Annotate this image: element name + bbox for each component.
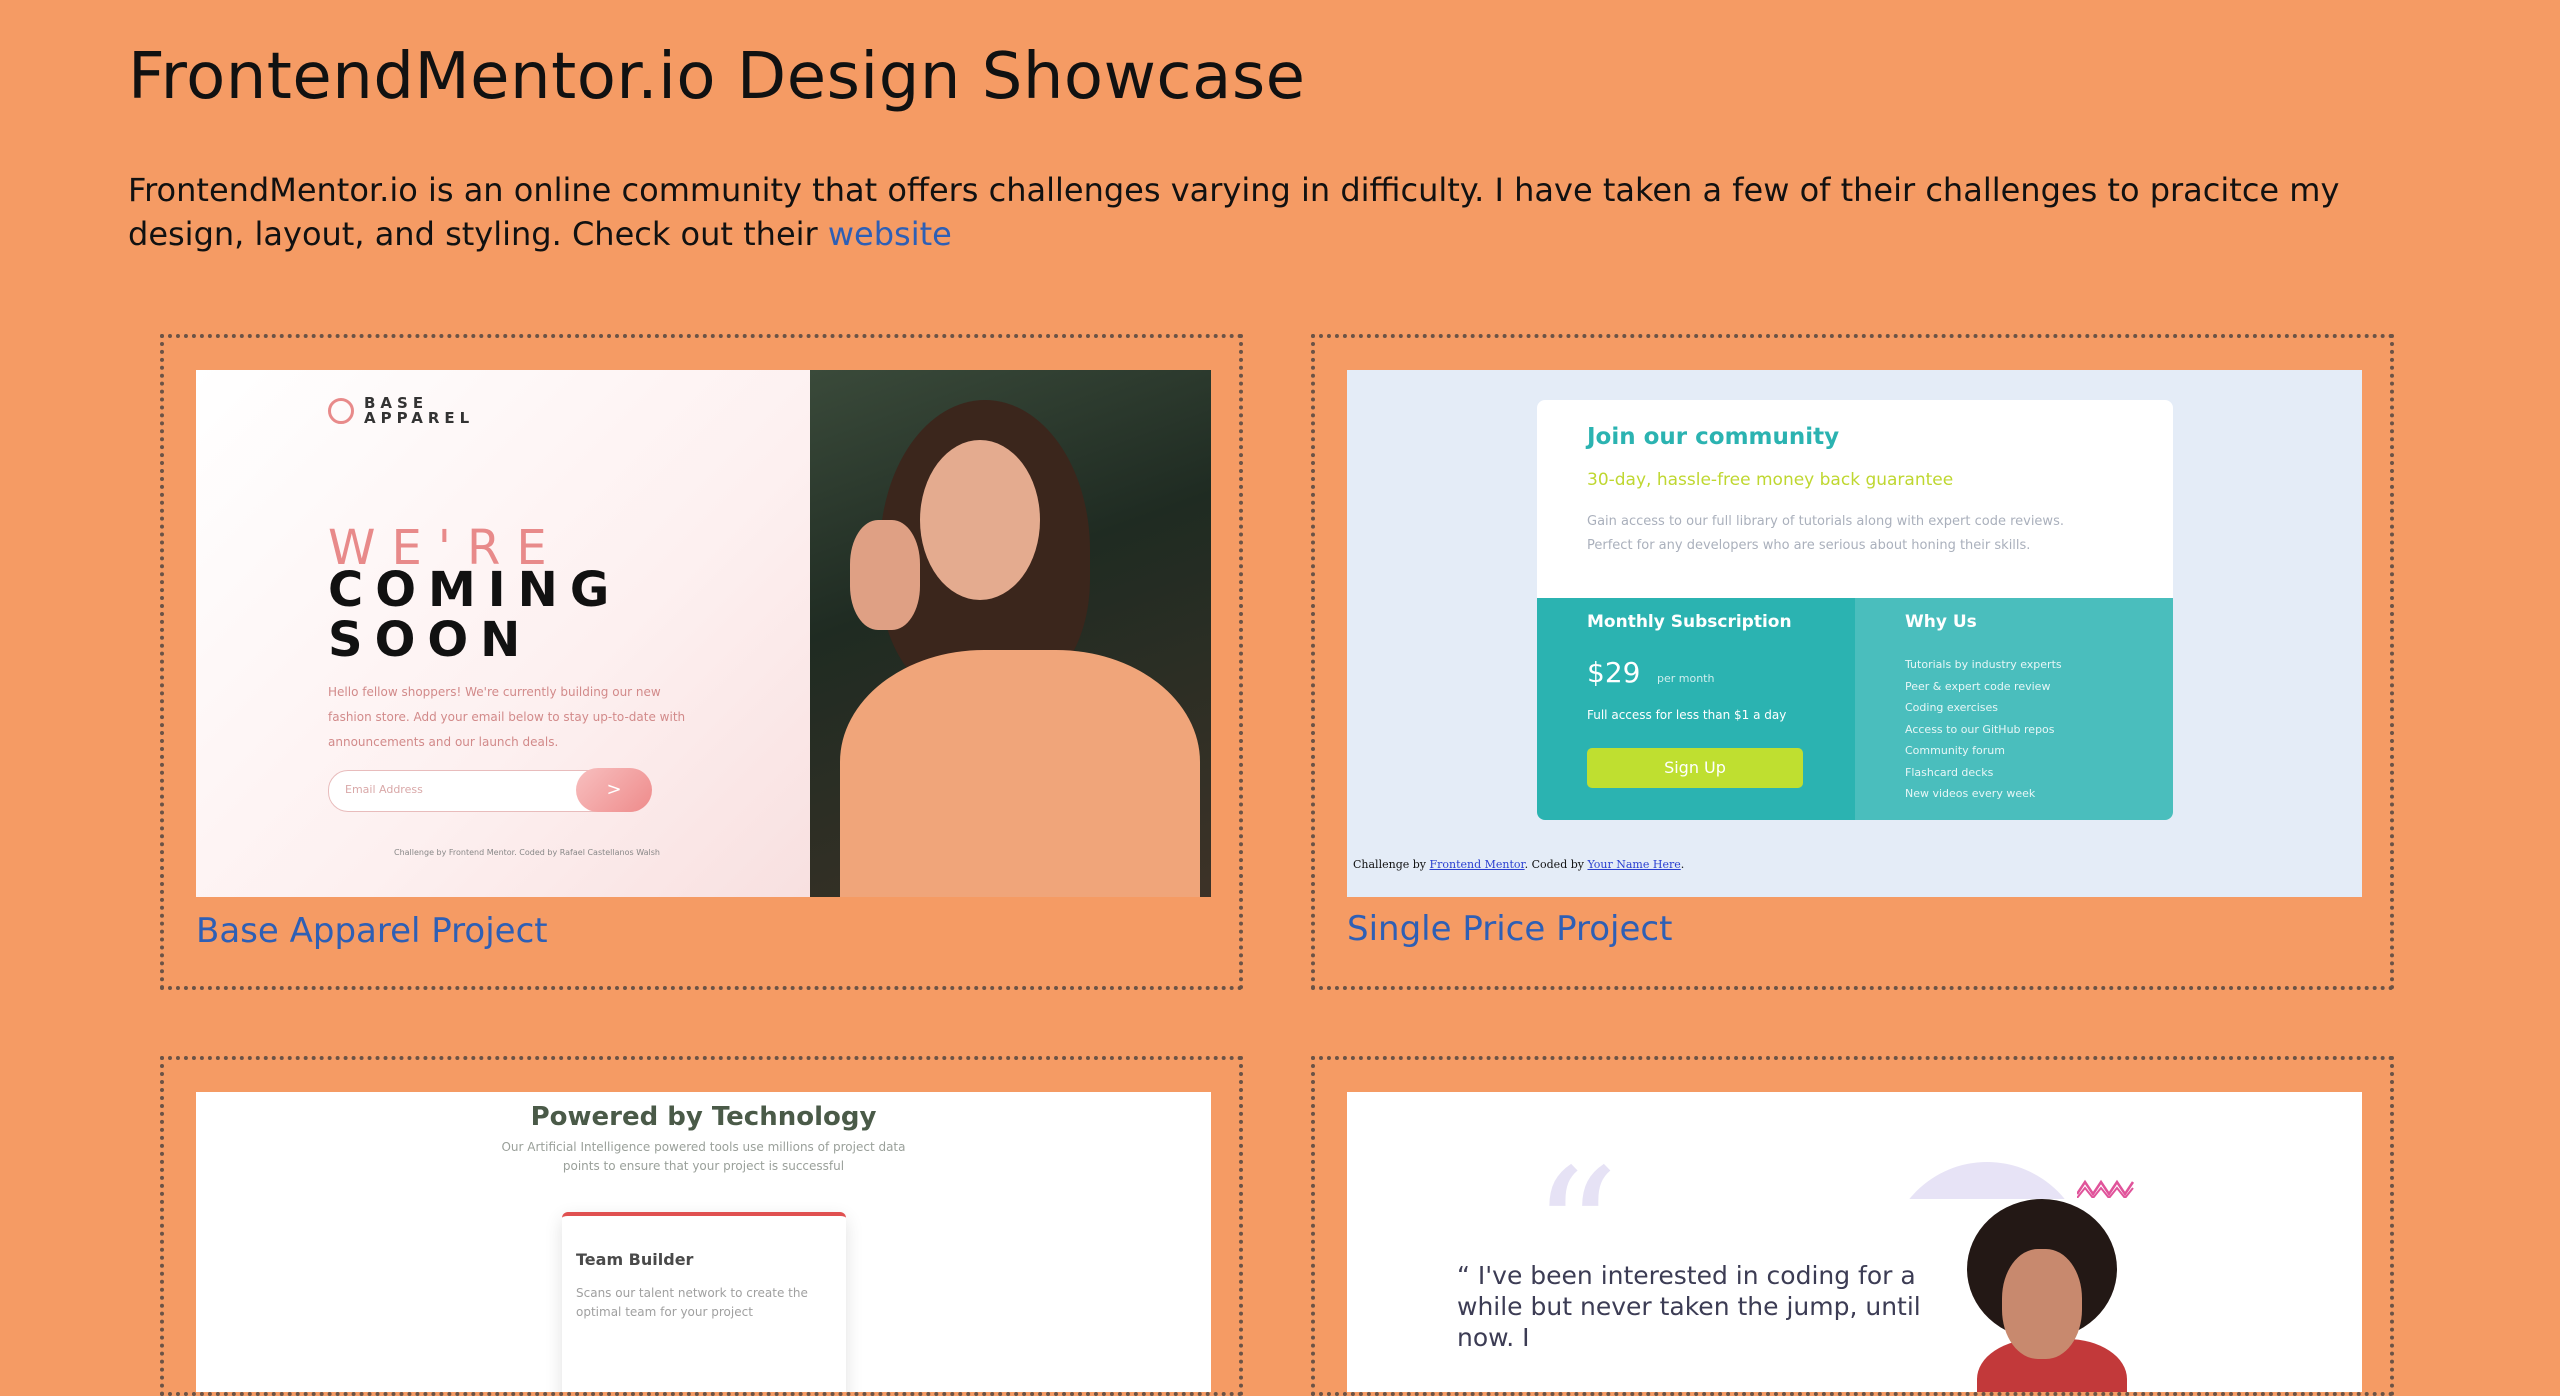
technology-heading: Powered by Technology — [530, 1102, 877, 1132]
base-apparel-description: Hello fellow shoppers! We're currently b… — [328, 685, 686, 749]
why-us-title: Why Us — [1905, 612, 1977, 632]
list-item: Community forum — [1905, 744, 2005, 757]
list-item: Tutorials by industry experts — [1905, 658, 2062, 671]
testimonial-screenshot[interactable]: “ “ I've been interested in coding for a… — [1347, 1092, 2362, 1392]
team-builder-card: Team Builder Scans our talent network to… — [562, 1212, 846, 1392]
price-note: Full access for less than $1 a day — [1587, 708, 1787, 722]
single-price-project-link[interactable]: Single Price Project — [1347, 909, 1672, 949]
frontend-mentor-link: Frontend Mentor — [1429, 858, 1525, 871]
subscription-panel: Monthly Subscription $29 per month Full … — [1537, 598, 1855, 820]
author-link: Your Name Here — [1587, 858, 1681, 871]
project-card-base-apparel: BASE APPAREL WE'RE COMING SOON Hello fel… — [160, 334, 1243, 990]
list-item: Peer & expert code review — [1905, 679, 2051, 693]
why-us-list: Tutorials by industry experts Peer & exp… — [1905, 654, 2062, 805]
project-card-powered-by-technology: Powered by Technology Our Artificial Int… — [160, 1056, 1243, 1396]
page-title: FrontendMentor.io Design Showcase — [128, 40, 1306, 114]
price-period: per month — [1657, 672, 1715, 685]
submit-button: > — [576, 768, 652, 812]
technology-paragraph: Our Artificial Intelligence powered tool… — [501, 1140, 906, 1173]
single-price-screenshot[interactable]: Join our community 30-day, hassle-free m… — [1347, 370, 2362, 897]
base-apparel-screenshot[interactable]: BASE APPAREL WE'RE COMING SOON Hello fel… — [196, 370, 1211, 897]
project-card-single-price: Join our community 30-day, hassle-free m… — [1311, 334, 2394, 990]
intro-paragraph: FrontendMentor.io is an online community… — [128, 168, 2428, 256]
logo-ring-icon — [328, 398, 354, 424]
list-item: Flashcard decks — [1905, 765, 1994, 779]
base-apparel-logo: BASE APPAREL — [328, 396, 474, 426]
testimonial-quote: “ I've been interested in coding for a w… — [1457, 1261, 1921, 1352]
price: $29 — [1587, 656, 1641, 689]
intro-text: FrontendMentor.io is an online community… — [128, 171, 2340, 253]
community-heading: Join our community — [1587, 424, 1840, 450]
logo-text: BASE APPAREL — [364, 394, 475, 427]
plan-title: Monthly Subscription — [1587, 612, 1792, 632]
list-item: Access to our GitHub repos — [1905, 722, 2055, 736]
team-builder-text: Scans our talent network to create the o… — [576, 1286, 808, 1319]
base-apparel-footer: Challenge by Frontend Mentor. Coded by R… — [394, 848, 660, 857]
base-apparel-left-panel: BASE APPAREL WE'RE COMING SOON Hello fel… — [196, 370, 810, 897]
single-price-footer: Challenge by Frontend Mentor. Coded by Y… — [1353, 858, 1685, 871]
why-us-panel: Why Us Tutorials by industry experts Pee… — [1855, 598, 2173, 820]
list-item: Coding exercises — [1905, 701, 1999, 714]
model-photo — [810, 370, 1211, 897]
team-builder-title: Team Builder — [576, 1250, 694, 1269]
list-item: New videos every week — [1905, 787, 2036, 800]
community-paragraph: Gain access to our full library of tutor… — [1587, 514, 2064, 553]
heading-bold: COMING SOON — [328, 562, 622, 668]
email-placeholder: Email Address — [345, 783, 423, 796]
project-card-testimonial: “ “ I've been interested in coding for a… — [1311, 1056, 2394, 1396]
zigzag-icon — [2077, 1179, 2135, 1198]
sign-up-button: Sign Up — [1587, 748, 1803, 788]
base-apparel-project-link[interactable]: Base Apparel Project — [196, 911, 548, 951]
powered-by-technology-screenshot[interactable]: Powered by Technology Our Artificial Int… — [196, 1092, 1211, 1392]
website-link[interactable]: website — [828, 215, 952, 253]
pricing-card: Join our community 30-day, hassle-free m… — [1537, 400, 2173, 820]
guarantee-subheading: 30-day, hassle-free money back guarantee — [1587, 470, 1954, 490]
